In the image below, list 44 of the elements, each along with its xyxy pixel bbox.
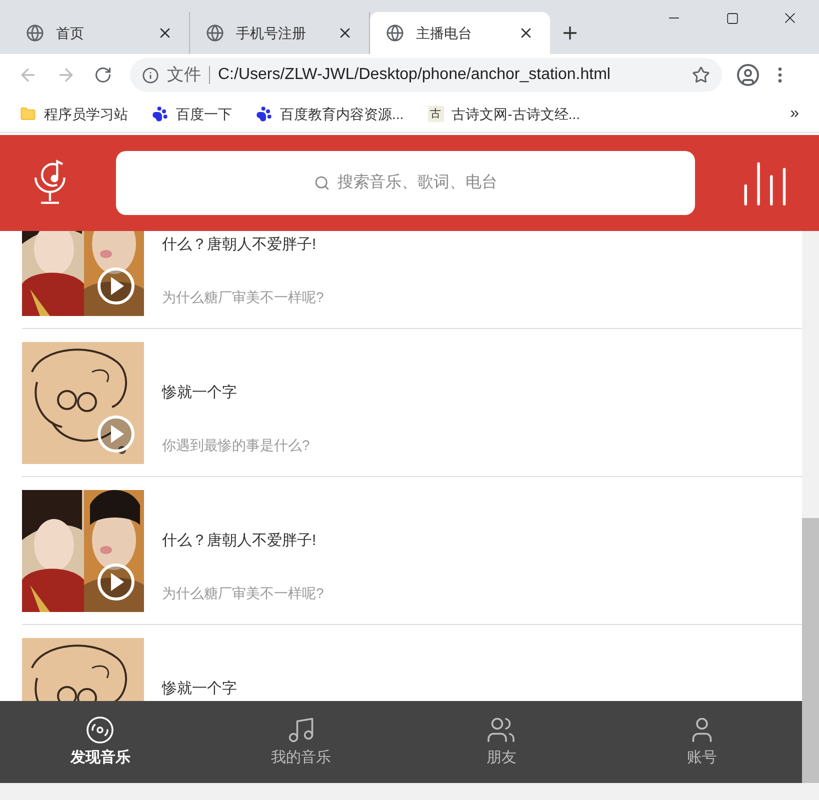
scrollbar[interactable] [802, 231, 819, 783]
more-bookmarks[interactable]: » [790, 102, 799, 126]
station-subtitle: 你遇到最惨的事是什么? [162, 436, 310, 454]
station-title[interactable]: 惨就一个字 [162, 678, 237, 700]
browser-tab[interactable]: 主播电台 [370, 12, 550, 54]
bookmark[interactable]: 百度教育内容资源... [256, 104, 404, 124]
play-icon[interactable] [96, 414, 136, 454]
tab-title: 首页 [56, 24, 85, 42]
globe-icon [26, 24, 44, 42]
star-icon[interactable] [692, 66, 710, 84]
horizontal-scrollbar[interactable] [0, 783, 819, 800]
disc-icon [85, 714, 116, 745]
tab-title: 主播电台 [416, 24, 473, 42]
search-placeholder: 搜索音乐、歌词、电台 [338, 172, 498, 193]
folder-icon [20, 106, 36, 122]
address-bar[interactable]: 文件 C:/Users/ZLW-JWL/Desktop/phone/anchor_station.html [130, 58, 722, 92]
globe-icon [386, 24, 404, 42]
bookmark[interactable]: 百度一下 [152, 104, 232, 124]
globe-icon [206, 24, 224, 42]
reload-icon[interactable] [94, 66, 112, 84]
site-icon: 古 [428, 106, 444, 122]
bookmark[interactable]: 古 古诗文网-古诗文经... [428, 104, 580, 124]
station-title[interactable]: 什么？唐朝人不爱胖子! [162, 530, 324, 552]
nav-item[interactable]: 朋友 [401, 701, 602, 783]
nav-item[interactable]: 我的音乐 [200, 701, 401, 783]
station-title[interactable]: 惨就一个字 [162, 382, 310, 404]
station-title[interactable]: 什么？唐朝人不爱胖子! [162, 234, 324, 256]
paw-icon [152, 106, 168, 122]
search-field[interactable]: 搜索音乐、歌词、电台 [116, 151, 696, 215]
station-subtitle: 为什么糖厂审美不一样呢? [162, 584, 324, 602]
play-icon[interactable] [96, 562, 136, 602]
info-icon [142, 66, 159, 84]
nav-item[interactable]: 发现音乐 [0, 701, 200, 783]
search-icon [314, 175, 330, 191]
play-icon[interactable] [96, 266, 136, 306]
nav-item[interactable]: 账号 [602, 701, 802, 783]
paw-icon [256, 106, 272, 122]
bookmark[interactable]: 程序员学习站 [20, 104, 128, 124]
tab-title: 手机号注册 [236, 24, 307, 42]
url-text: C:/Users/ZLW-JWL/Desktop/phone/anchor_station.html [218, 65, 612, 85]
scheme-label: 文件 [167, 64, 201, 86]
profile-icon[interactable] [736, 63, 760, 87]
maximize-icon[interactable] [726, 12, 738, 24]
station-subtitle: 为什么糖厂审美不一样呢? [162, 288, 324, 306]
